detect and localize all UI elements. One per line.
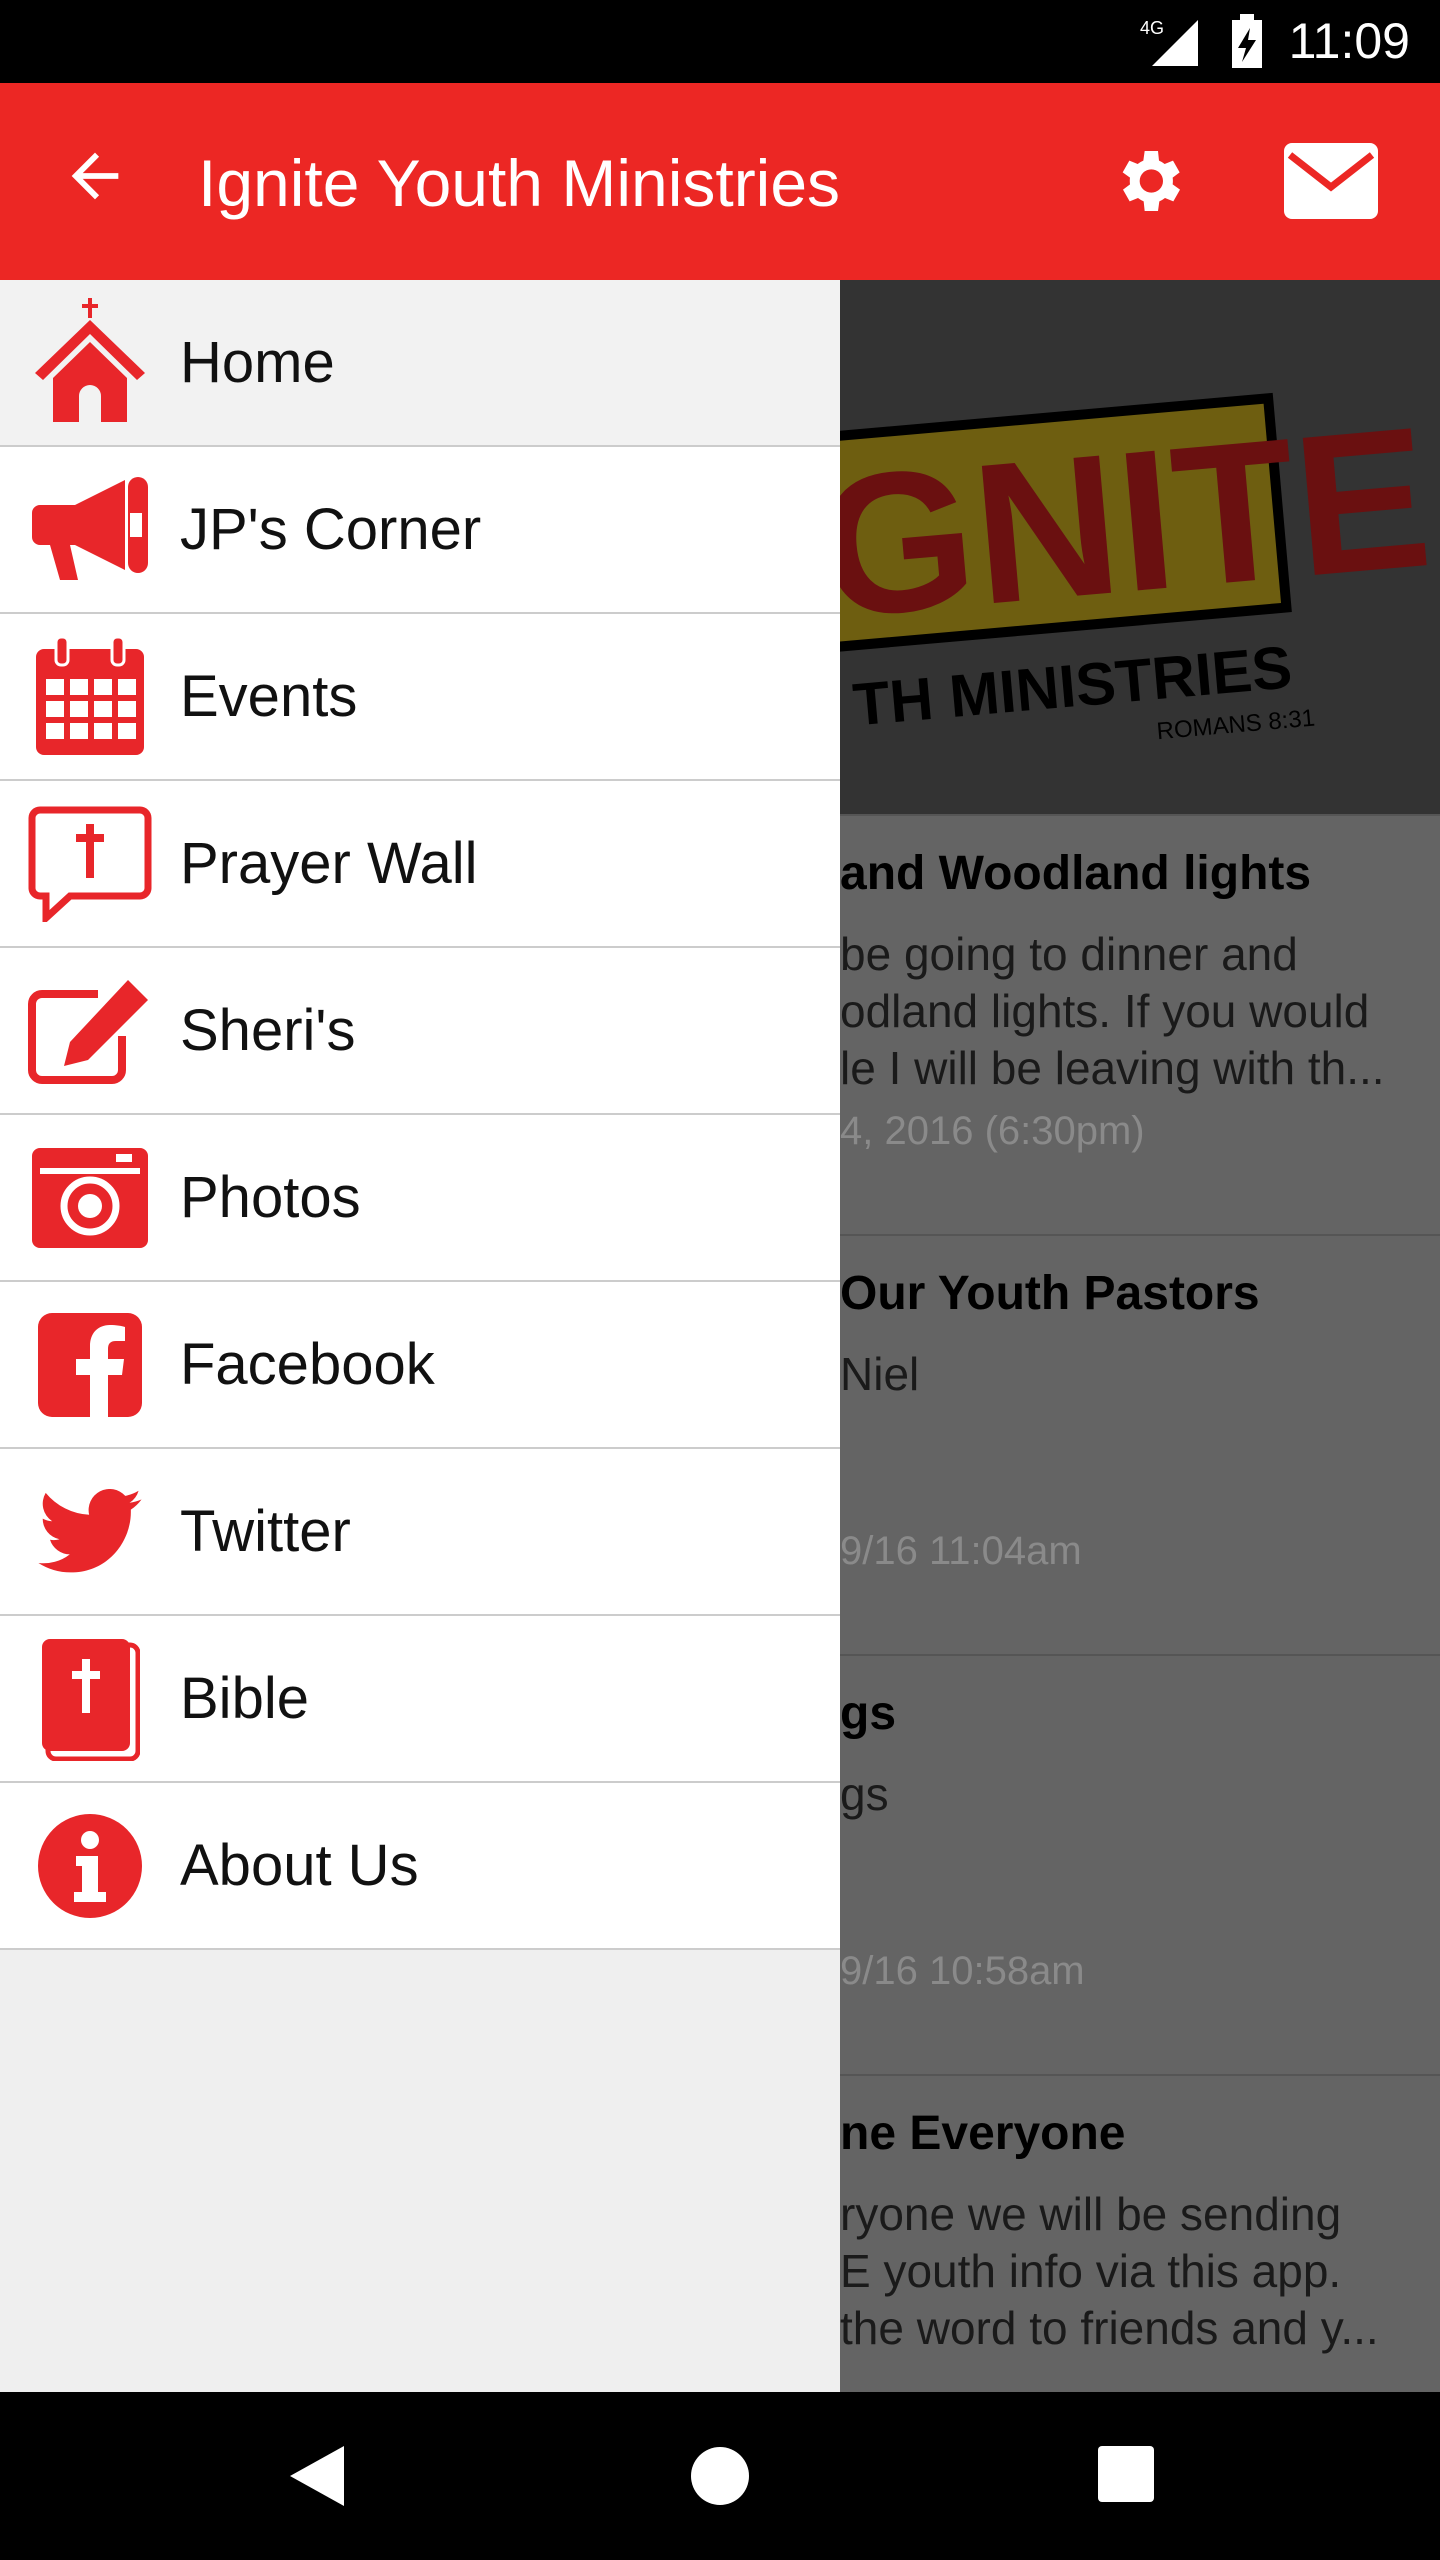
list-item[interactable]: ne Everyone ryone we will be sending E you…	[840, 2074, 1440, 2392]
post-body: be going to dinner and odland lights. If …	[840, 928, 1385, 1094]
calendar-icon	[0, 636, 180, 757]
drawer-item-label: Bible	[180, 1666, 309, 1731]
mail-icon[interactable]	[1284, 143, 1378, 224]
app-toolbar: Ignite Youth Ministries	[0, 83, 1440, 280]
svg-text:4G: 4G	[1140, 18, 1164, 38]
drawer-item-facebook[interactable]: Facebook	[0, 1282, 840, 1449]
clock: 11:09	[1288, 13, 1410, 69]
ignite-logo: GNITE TH MINISTRIES ROMANS 8:31	[840, 280, 1440, 814]
home-feed: GNITE TH MINISTRIES ROMANS 8:31 and Woodla…	[840, 280, 1440, 2392]
drawer-item-label: Home	[180, 330, 335, 395]
drawer-item-about-us[interactable]: About Us	[0, 1783, 840, 1950]
post-title: Our Youth Pastors	[840, 1267, 1260, 1320]
post-title: and Woodland lights	[840, 847, 1312, 900]
edit-icon	[0, 976, 180, 1086]
drawer-item-label: Twitter	[180, 1499, 351, 1564]
list-item[interactable]: Our Youth Pastors Niel 9/16 11:04am	[840, 1234, 1440, 1654]
bible-icon	[0, 1637, 180, 1761]
camera-icon	[0, 1146, 180, 1250]
prayer-bubble-icon	[0, 806, 180, 922]
signal-4g-icon: 4G	[1140, 18, 1200, 73]
nav-home-icon[interactable]	[690, 2446, 750, 2511]
nav-recents-icon[interactable]	[1098, 2446, 1154, 2507]
drawer-item-prayer-wall[interactable]: Prayer Wall	[0, 781, 840, 948]
post-title: ne Everyone	[840, 2107, 1126, 2160]
drawer-item-label: About Us	[180, 1833, 419, 1898]
drawer-item-bible[interactable]: Bible	[0, 1616, 840, 1783]
drawer-item-label: Prayer Wall	[180, 831, 478, 896]
post-date: 9/16 11:04am	[840, 1529, 1082, 1573]
drawer-item-jps-corner[interactable]: JP's Corner	[0, 447, 840, 614]
post-body: gs	[840, 1768, 889, 1820]
church-icon	[0, 297, 180, 428]
post-date: 9/16 10:58am	[840, 1949, 1085, 1993]
drawer-item-photos[interactable]: Photos	[0, 1115, 840, 1282]
list-item[interactable]: and Woodland lights be going to dinner an…	[840, 814, 1440, 1234]
facebook-icon	[0, 1312, 180, 1417]
info-icon	[0, 1813, 180, 1918]
drawer-item-home[interactable]: Home	[0, 280, 840, 447]
nav-back-icon[interactable]	[290, 2446, 344, 2511]
post-body: ryone we will be sending E youth info via…	[840, 2188, 1379, 2354]
drawer-item-events[interactable]: Events	[0, 614, 840, 781]
list-item[interactable]: gs gs 9/16 10:58am	[840, 1654, 1440, 2074]
svg-text:ROMANS 8:31: ROMANS 8:31	[1156, 704, 1316, 745]
drawer-item-twitter[interactable]: Twitter	[0, 1449, 840, 1616]
drawer-item-sheris[interactable]: Sheri's	[0, 948, 840, 1115]
twitter-icon	[0, 1488, 180, 1575]
drawer-item-label: Sheri's	[180, 998, 356, 1063]
drawer-item-label: Photos	[180, 1165, 361, 1230]
drawer-item-label: JP's Corner	[180, 497, 482, 562]
post-date: 4, 2016 (6:30pm)	[840, 1109, 1145, 1153]
page-title: Ignite Youth Ministries	[198, 146, 841, 220]
post-title: gs	[840, 1687, 897, 1740]
back-arrow-icon[interactable]	[60, 141, 130, 216]
status-bar: 4G 11:09	[0, 0, 1440, 83]
megaphone-icon	[0, 475, 180, 585]
gear-icon[interactable]	[1108, 141, 1188, 226]
drawer-item-label: Events	[180, 664, 358, 729]
navigation-drawer: Home JP's Corner Events Prayer Wall Sher…	[0, 280, 840, 2392]
post-body: Niel	[840, 1348, 920, 1400]
battery-icon	[1228, 14, 1268, 75]
system-nav-bar	[0, 2392, 1440, 2560]
drawer-item-label: Facebook	[180, 1332, 435, 1397]
